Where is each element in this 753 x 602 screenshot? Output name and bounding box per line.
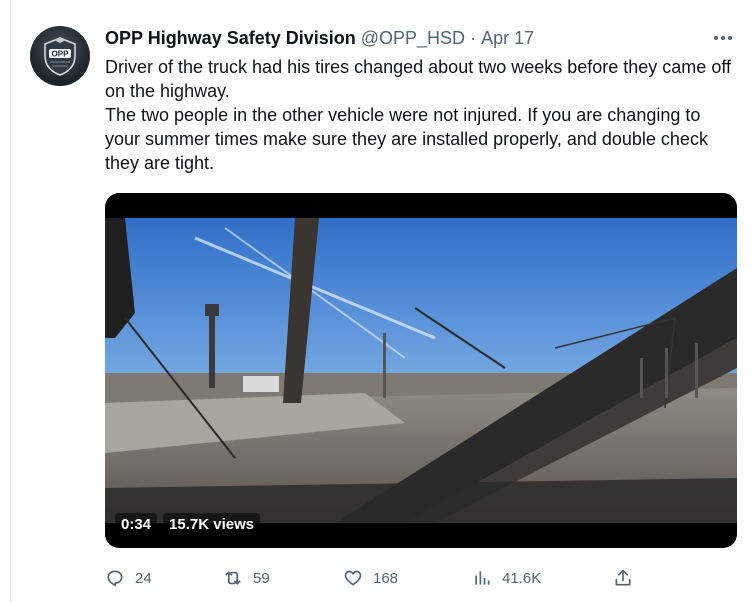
avatar[interactable]: OPP [30, 26, 90, 86]
reply-count: 24 [135, 569, 152, 587]
tweet-paragraph: The two people in the other vehicle were… [105, 105, 708, 173]
video-player[interactable]: 0:34 15.7K views [105, 193, 737, 548]
timeline-divider [10, 0, 11, 602]
views-icon [475, 571, 490, 585]
views-count: 41.6K [502, 569, 542, 587]
tweet-date[interactable]: Apr 17 [481, 28, 534, 49]
tweet-header: OPP Highway Safety Division @OPP_HSD · A… [105, 28, 534, 50]
like-count: 168 [373, 569, 399, 587]
more-options-button[interactable] [712, 30, 734, 46]
tweet-paragraph: Driver of the truck had his tires change… [105, 57, 732, 101]
avatar-logo-text: OPP [52, 50, 70, 59]
video-meta: 0:34 15.7K views [115, 511, 261, 537]
heart-icon [344, 570, 362, 586]
video-views: 15.7K views [163, 512, 261, 536]
author-name[interactable]: OPP Highway Safety Division [105, 28, 356, 49]
retweet-icon [225, 571, 241, 585]
tweet-text: Driver of the truck had his tires change… [105, 55, 735, 175]
like-button[interactable]: 168 [343, 566, 398, 590]
retweet-button[interactable]: 59 [223, 566, 270, 590]
video-duration: 0:34 [115, 512, 158, 536]
author-handle[interactable]: @OPP_HSD [361, 28, 465, 49]
reply-button[interactable]: 24 [105, 566, 152, 590]
video-frame [105, 218, 737, 523]
views-button[interactable]: 41.6K [472, 566, 541, 590]
action-bar: 24 59 168 41.6K [105, 566, 645, 590]
retweet-count: 59 [253, 569, 270, 587]
share-button[interactable] [613, 566, 633, 590]
separator-dot: · [470, 28, 477, 48]
reply-icon [107, 570, 123, 587]
more-icon [714, 36, 732, 40]
opp-badge-icon: OPP [44, 37, 76, 76]
tweet[interactable]: OPP OPP Highway Safety Division @OPP_HSD… [0, 0, 753, 602]
share-icon [615, 569, 631, 586]
